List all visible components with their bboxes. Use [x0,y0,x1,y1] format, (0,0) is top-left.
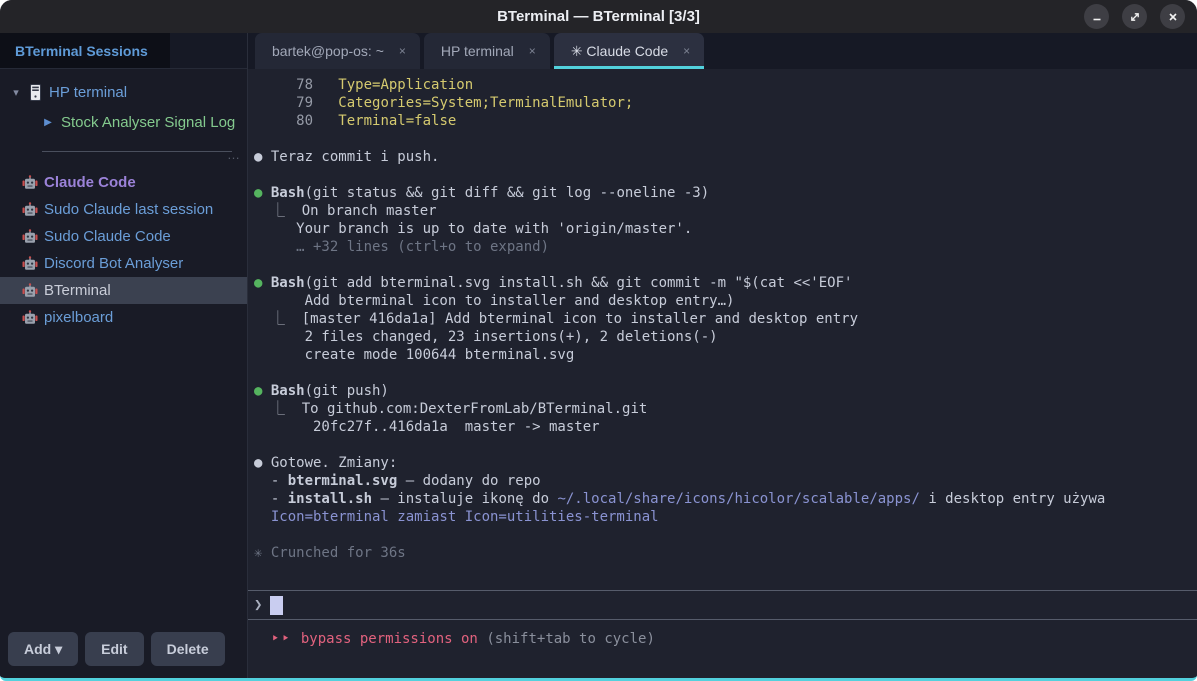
minimize-button[interactable] [1084,4,1109,29]
minimize-icon [1091,11,1103,23]
session-item-pixelboard[interactable]: pixelboard [0,304,247,331]
sidebar-actions: Add ▾ Edit Delete [0,623,247,678]
tab-close-icon[interactable]: × [399,44,406,58]
terminal-line: create mode 100644 bterminal.svg [254,346,1191,364]
terminal-line: 78 Type=Application [254,76,1191,94]
tab-bartek-pop-os[interactable]: bartek@pop-os: ~ × [255,33,420,69]
tab-label: HP terminal [441,43,514,59]
text-cursor [270,596,283,615]
tree-item-stock-analyser-signal-log[interactable]: ▶ Stock Analyser Signal Log [0,107,247,137]
terminal-line [254,526,1191,544]
tab-bar: bartek@pop-os: ~×HP terminal×✳ Claude Co… [248,33,1197,69]
tab-hp-terminal[interactable]: HP terminal × [424,33,550,69]
session-item-label: Sudo Claude Code [44,228,171,245]
session-item-label: Discord Bot Analyser [44,255,183,272]
robot-icon [22,283,38,298]
tree-item-hp-terminal[interactable]: ▾ HP terminal [0,77,247,107]
terminal-line [254,256,1191,274]
terminal-line [254,166,1191,184]
tree-item-label: HP terminal [49,84,127,101]
main-content: bartek@pop-os: ~×HP terminal×✳ Claude Co… [248,33,1197,678]
robot-icon [22,256,38,271]
terminal-line: ⎿ [master 416da1a] Add bterminal icon to… [254,310,1191,328]
session-item-label: pixelboard [44,309,113,326]
terminal-line: Icon=bterminal zamiast Icon=utilities-te… [254,508,1191,526]
play-icon[interactable]: ▶ [40,117,56,128]
window-body: BTerminal Sessions ▾ HP terminal ▶ Stock… [0,33,1197,678]
prompt-chevron-icon: ❯ [254,597,262,613]
robot-icon [22,175,38,190]
terminal-line: ● Teraz commit i push. [254,148,1191,166]
robot-icon [22,202,38,217]
window-controls [1084,4,1185,29]
status-hint-text: (shift+tab to cycle) [486,631,655,647]
claude-code-terminal[interactable]: 78 Type=Application 79 Categories=System… [248,69,1197,678]
session-item-claude-code[interactable]: Claude Code [0,169,247,196]
tab-label: ✳ Claude Code [571,43,668,60]
maximize-button[interactable] [1122,4,1147,29]
window-title: BTerminal — BTerminal [3/3] [0,8,1197,25]
terminal-output: 78 Type=Application 79 Categories=System… [248,69,1197,590]
close-button[interactable] [1160,4,1185,29]
terminal-line: 80 Terminal=false [254,112,1191,130]
tab-claude-code[interactable]: ✳ Claude Code × [554,33,704,69]
session-item-sudo-claude-last-session[interactable]: Sudo Claude last session [0,196,247,223]
session-item-label: BTerminal [44,282,111,299]
terminal-line: - install.sh — instaluje ikonę do ~/.loc… [254,490,1191,508]
sessions-sidebar: BTerminal Sessions ▾ HP terminal ▶ Stock… [0,33,248,678]
robot-icon [22,229,38,244]
terminal-line: ● Bash(git add bterminal.svg install.sh … [254,274,1191,292]
terminal-line: 20fc27f..416da1a master -> master [254,418,1191,436]
app-window: BTerminal — BTerminal [3/3] BTerminal Se… [0,0,1197,681]
session-item-bterminal[interactable]: BTerminal [0,277,247,304]
sidebar-separator: … [0,139,247,165]
delete-button[interactable]: Delete [151,632,225,666]
edit-button[interactable]: Edit [85,632,143,666]
terminal-line: Your branch is up to date with 'origin/m… [254,220,1191,238]
terminal-line: ⎿ On branch master [254,202,1191,220]
terminal-line: Add bterminal icon to installer and desk… [254,292,1191,310]
title-bar[interactable]: BTerminal — BTerminal [3/3] [0,0,1197,33]
separator-dots: … [227,147,241,162]
terminal-line: … +32 lines (ctrl+o to expand) [254,238,1191,256]
session-item-label: Claude Code [44,174,136,191]
session-tree: ▾ HP terminal ▶ Stock Analyser Signal Lo… [0,69,247,623]
maximize-icon [1129,11,1141,23]
status-bar: ‣‣ bypass permissions on (shift+tab to cy… [248,620,1197,678]
terminal-line: ● Gotowe. Zmiany: [254,454,1191,472]
terminal-line [254,364,1191,382]
close-icon [1167,11,1179,23]
sidebar-header: BTerminal Sessions [0,33,247,69]
session-item-label: Sudo Claude last session [44,201,213,218]
terminal-line [254,436,1191,454]
robot-icon [22,310,38,325]
prompt-input[interactable]: ❯ [248,590,1197,620]
terminal-line: 2 files changed, 23 insertions(+), 2 del… [254,328,1191,346]
tab-close-icon[interactable]: × [683,44,690,58]
sidebar-header-tab: BTerminal Sessions [0,33,170,68]
computer-icon [30,84,41,101]
terminal-line: - bterminal.svg — dodany do repo [254,472,1191,490]
terminal-line: ● Bash(git push) [254,382,1191,400]
tree-item-label: Stock Analyser Signal Log [61,114,235,131]
add-button[interactable]: Add ▾ [8,632,78,666]
terminal-line: ✳ Crunched for 36s [254,544,1191,562]
session-item-sudo-claude-code[interactable]: Sudo Claude Code [0,223,247,250]
terminal-line: ● Bash(git status && git diff && git log… [254,184,1191,202]
separator-line [42,151,232,152]
permission-mode-label: bypass permissions on [301,631,478,647]
session-item-discord-bot-analyser[interactable]: Discord Bot Analyser [0,250,247,277]
tab-label: bartek@pop-os: ~ [272,43,384,59]
tab-close-icon[interactable]: × [529,44,536,58]
terminal-line: 79 Categories=System;TerminalEmulator; [254,94,1191,112]
terminal-line [254,130,1191,148]
double-arrow-icon: ‣‣ [271,631,292,647]
chevron-down-icon[interactable]: ▾ [8,86,24,99]
terminal-line: ⎿ To github.com:DexterFromLab/BTerminal.… [254,400,1191,418]
session-list: Claude Code Sudo Claude last session Sudo … [0,169,247,331]
